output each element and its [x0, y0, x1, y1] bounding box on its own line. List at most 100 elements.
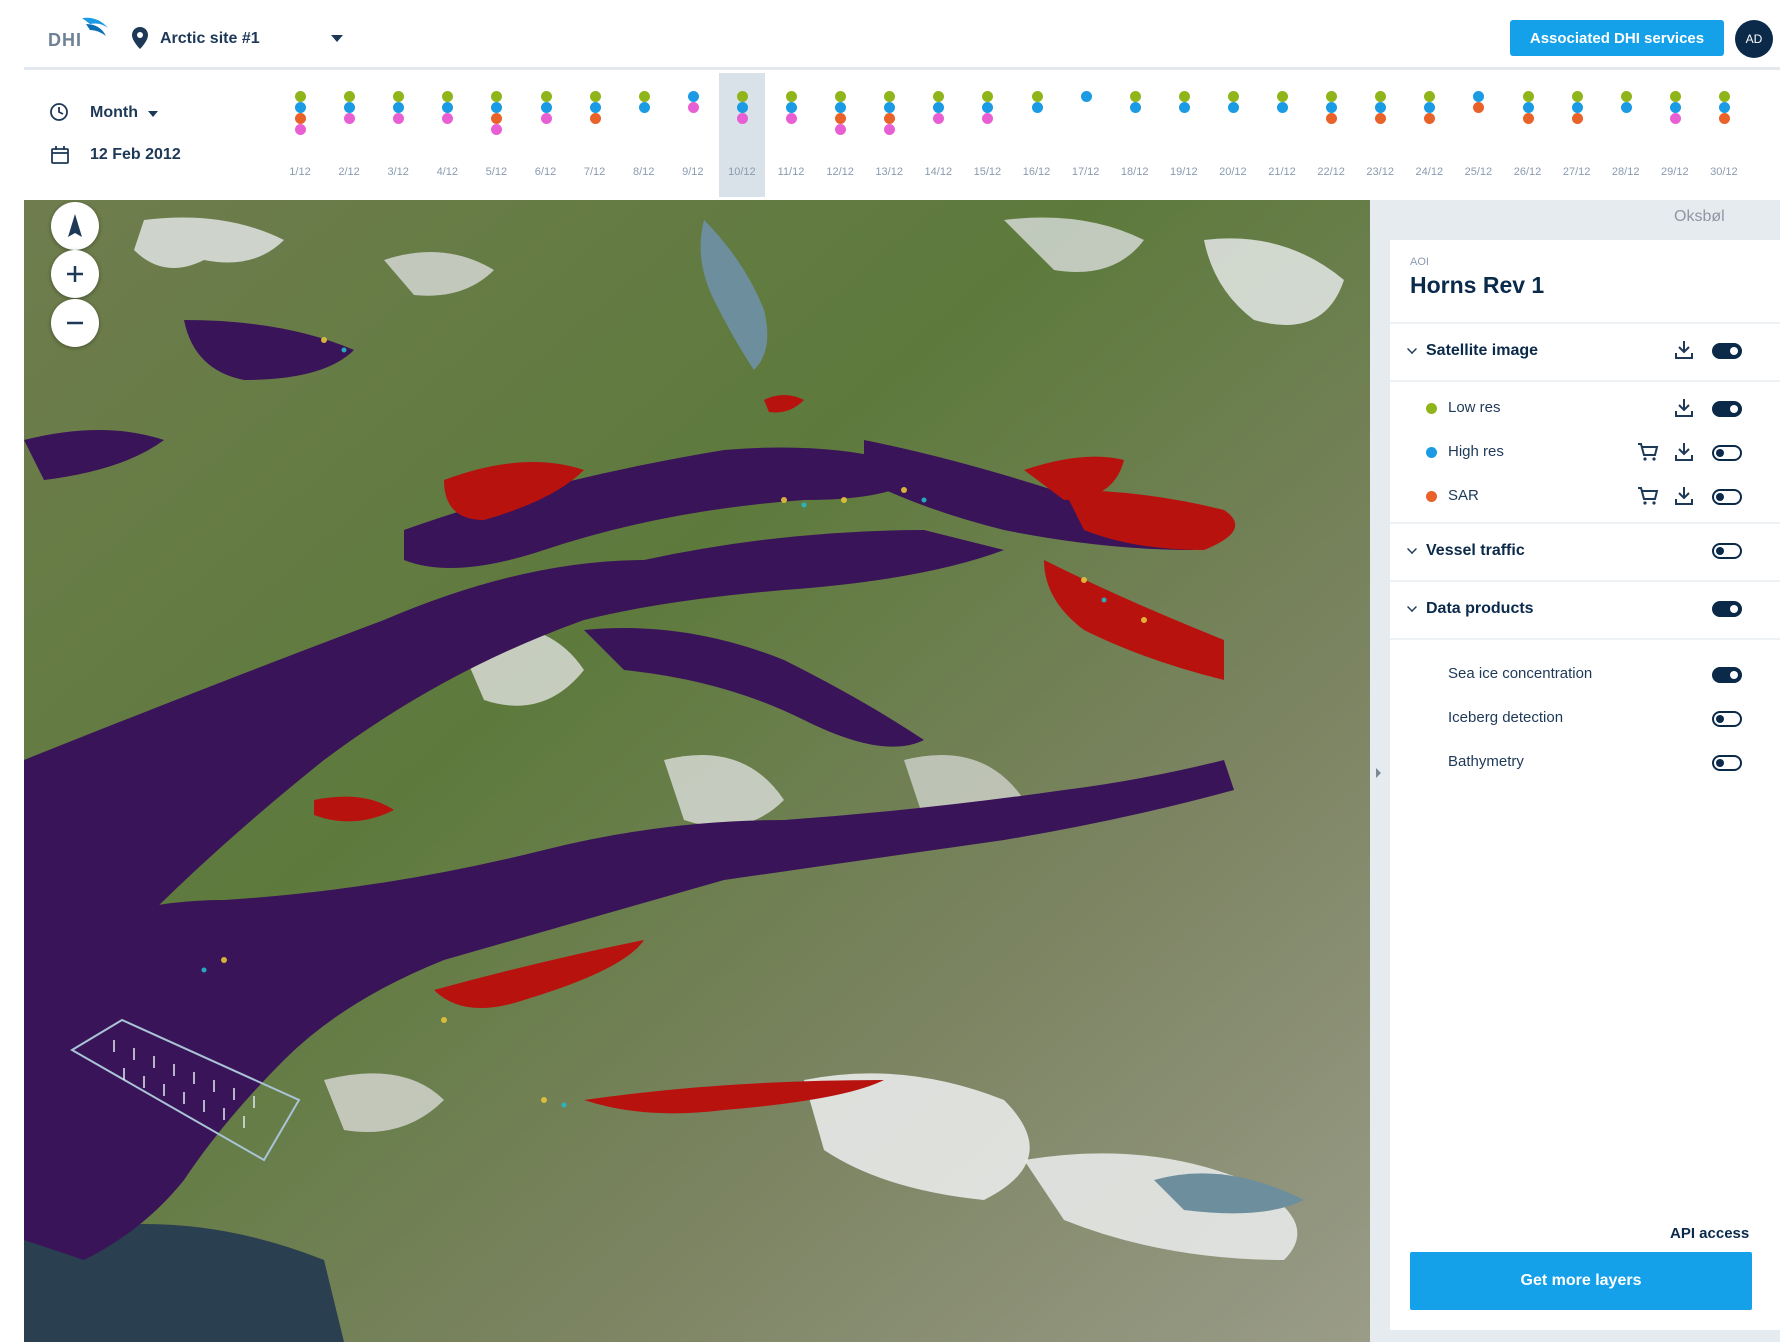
- section-data-products[interactable]: Data products: [1390, 582, 1780, 638]
- timeline-day[interactable]: 6/12: [523, 73, 569, 197]
- low-availability-dot: [1031, 91, 1043, 102]
- site-dropdown-caret-icon[interactable]: [331, 35, 343, 42]
- section-vessel-traffic[interactable]: Vessel traffic: [1390, 524, 1780, 580]
- download-icon[interactable]: [1672, 338, 1696, 362]
- pink-availability-dot: [491, 124, 503, 135]
- timeline-day[interactable]: 16/12: [1014, 73, 1060, 197]
- high-availability-dot: [1620, 102, 1632, 113]
- associated-services-button[interactable]: Associated DHI services: [1510, 20, 1724, 56]
- low-availability-dot: [786, 91, 797, 102]
- timeline-day[interactable]: 28/12: [1603, 73, 1649, 197]
- timeline-day-label: 6/12: [534, 166, 557, 178]
- timeline-day-label: 9/12: [682, 166, 704, 178]
- download-icon[interactable]: [1672, 484, 1696, 508]
- timeline-day[interactable]: 9/12: [670, 73, 716, 197]
- cart-icon[interactable]: [1636, 484, 1660, 508]
- timeline-day[interactable]: 13/12: [866, 73, 912, 197]
- cart-icon[interactable]: [1636, 440, 1660, 464]
- timeline-day[interactable]: 27/12: [1554, 73, 1600, 197]
- section-satellite-image[interactable]: Satellite image: [1390, 324, 1780, 380]
- satellite-toggle[interactable]: [1712, 343, 1742, 359]
- timeline-day[interactable]: 21/12: [1259, 73, 1305, 197]
- timeline-day[interactable]: 20/12: [1210, 73, 1256, 197]
- low-availability-dot: [1718, 91, 1730, 102]
- low-availability-dot: [1375, 91, 1387, 102]
- user-avatar[interactable]: AD: [1735, 20, 1773, 58]
- timeline-day[interactable]: 2/12: [326, 73, 372, 197]
- timeline-day[interactable]: 24/12: [1406, 73, 1452, 197]
- timeline-day-label: 17/12: [1071, 166, 1100, 178]
- timeline-day[interactable]: 14/12: [915, 73, 961, 197]
- sea-ice-toggle[interactable]: [1712, 667, 1742, 683]
- product-label: Sea ice concentration: [1448, 665, 1593, 682]
- low-availability-dot: [933, 91, 945, 102]
- timeline-day[interactable]: 25/12: [1455, 73, 1501, 197]
- chevron-down-icon[interactable]: [1407, 344, 1417, 354]
- map-view[interactable]: [24, 200, 1370, 1342]
- get-more-layers-button[interactable]: Get more layers: [1410, 1252, 1752, 1310]
- high-availability-dot: [1227, 102, 1239, 113]
- high-availability-dot: [393, 102, 405, 113]
- download-icon[interactable]: [1672, 396, 1696, 420]
- layer-label: SAR: [1448, 487, 1479, 504]
- satellite-map-image: [24, 200, 1370, 1342]
- period-dropdown-caret-icon[interactable]: [148, 111, 158, 117]
- download-icon[interactable]: [1672, 440, 1696, 464]
- data-products-toggle[interactable]: [1712, 601, 1742, 617]
- timeline-day[interactable]: 4/12: [424, 73, 470, 197]
- timeline-day[interactable]: 15/12: [964, 73, 1010, 197]
- high-res-toggle[interactable]: [1712, 445, 1742, 461]
- timeline-day[interactable]: 11/12: [768, 73, 814, 197]
- north-arrow-button[interactable]: [51, 202, 99, 250]
- low-availability-dot: [835, 91, 847, 102]
- timeline-day[interactable]: 5/12: [473, 73, 519, 197]
- low-availability-dot: [344, 91, 356, 102]
- low-res-toggle[interactable]: [1712, 401, 1742, 417]
- timeline-day[interactable]: 3/12: [375, 73, 421, 197]
- sar-availability-dot: [1522, 113, 1534, 124]
- pink-availability-dot: [687, 102, 699, 113]
- timeline-day[interactable]: 10/12: [718, 73, 765, 197]
- timeline-day[interactable]: 29/12: [1652, 73, 1698, 197]
- api-access-link[interactable]: API access: [1670, 1225, 1749, 1242]
- zoom-in-button[interactable]: [51, 250, 99, 298]
- site-selector-label[interactable]: Arctic site #1: [160, 30, 260, 48]
- timeline-day-label: 15/12: [973, 166, 1002, 178]
- period-selector[interactable]: Month: [90, 104, 138, 122]
- panel-collapse-handle-icon[interactable]: [1376, 768, 1381, 778]
- vessel-traffic-toggle[interactable]: [1712, 543, 1742, 559]
- timeline-day[interactable]: 12/12: [817, 73, 863, 197]
- high-availability-dot: [1178, 102, 1190, 113]
- selected-date[interactable]: 12 Feb 2012: [90, 146, 181, 164]
- timeline-day[interactable]: 1/12: [277, 73, 323, 197]
- pink-availability-dot: [1669, 113, 1681, 124]
- timeline-day[interactable]: 7/12: [572, 73, 618, 197]
- timeline-day-label: 2/12: [338, 166, 360, 178]
- sar-availability-dot: [1718, 113, 1730, 124]
- timeline-day[interactable]: 23/12: [1357, 73, 1403, 197]
- zoom-out-button[interactable]: [51, 299, 99, 347]
- low-availability-dot: [540, 91, 552, 102]
- pink-availability-dot: [295, 124, 306, 135]
- iceberg-toggle[interactable]: [1712, 711, 1742, 727]
- chevron-down-icon[interactable]: [1407, 602, 1417, 612]
- timeline-day-label: 7/12: [583, 166, 606, 178]
- timeline-day-label: 25/12: [1464, 166, 1493, 178]
- pink-availability-dot: [540, 113, 552, 124]
- bathymetry-toggle[interactable]: [1712, 755, 1742, 771]
- chevron-down-icon[interactable]: [1407, 544, 1417, 554]
- timeline-day[interactable]: 19/12: [1161, 73, 1207, 197]
- timeline-day[interactable]: 17/12: [1063, 73, 1109, 197]
- timeline-day[interactable]: 8/12: [621, 73, 667, 197]
- timeline-day[interactable]: 22/12: [1308, 73, 1354, 197]
- timeline-day[interactable]: 18/12: [1112, 73, 1158, 197]
- sar-availability-dot: [835, 113, 847, 124]
- timeline-day-label: 14/12: [924, 166, 953, 178]
- timeline-day[interactable]: 26/12: [1505, 73, 1551, 197]
- timeline-day-label: 13/12: [875, 166, 903, 178]
- layer-row-high-res: High res: [1390, 430, 1780, 474]
- timeline-day-label: 4/12: [436, 166, 458, 178]
- minus-icon: [67, 321, 83, 325]
- sar-toggle[interactable]: [1712, 489, 1742, 505]
- timeline-day[interactable]: 30/12: [1701, 73, 1747, 197]
